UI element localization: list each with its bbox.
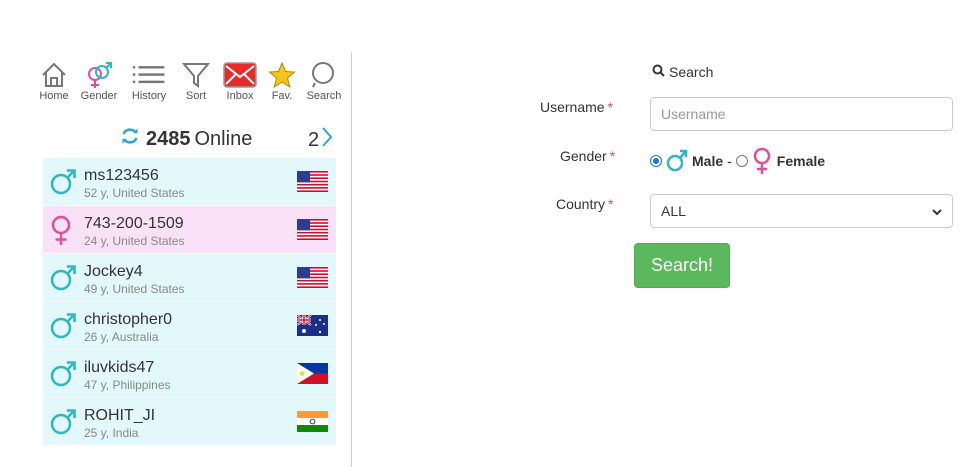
female-radio[interactable] xyxy=(735,155,748,167)
required-mark: * xyxy=(607,99,614,115)
male-radio[interactable] xyxy=(650,155,662,167)
toolbar-gender-label: Gender xyxy=(80,90,118,102)
toolbar: Home Gender History Sort Inbox Fav. Sear… xyxy=(34,60,346,102)
user-row[interactable]: christopher0 26 y, Australia xyxy=(43,302,336,350)
toolbar-history[interactable]: History xyxy=(124,60,174,102)
user-row[interactable]: ROHIT_JI 25 y, India xyxy=(43,398,336,446)
male-symbol-icon xyxy=(49,167,77,197)
user-name[interactable]: christopher0 xyxy=(84,311,172,329)
toolbar-fav-label: Fav. xyxy=(271,90,293,102)
country-select[interactable]: ALL xyxy=(650,194,953,228)
user-row[interactable]: iluvkids47 47 y, Philippines xyxy=(43,350,336,398)
home-icon xyxy=(37,60,71,90)
page-number: 2 xyxy=(308,128,320,151)
male-symbol-icon xyxy=(49,311,77,341)
required-mark: * xyxy=(608,196,614,212)
gender-label-text: Gender xyxy=(560,148,607,164)
us-flag-icon xyxy=(297,219,328,240)
user-meta: 47 y, Philippines xyxy=(84,378,171,392)
user-row[interactable]: ms123456 52 y, United States xyxy=(43,158,336,206)
toolbar-search[interactable]: Search xyxy=(302,60,346,102)
male-symbol-icon xyxy=(49,407,77,437)
chevron-right-icon xyxy=(321,126,333,154)
envelope-icon xyxy=(223,60,257,90)
male-symbol-icon xyxy=(49,263,77,293)
list-icon xyxy=(132,60,166,90)
toolbar-history-label: History xyxy=(131,90,167,102)
user-name[interactable]: ms123456 xyxy=(84,167,159,185)
search-icon xyxy=(307,60,341,90)
user-list: ms123456 52 y, United States 743-200-1509 2… xyxy=(43,158,336,446)
username-label: Username * xyxy=(540,99,613,115)
gender-icon xyxy=(82,60,116,90)
male-option-label: Male xyxy=(692,153,724,169)
us-flag-icon xyxy=(297,267,328,288)
user-meta: 26 y, Australia xyxy=(84,330,159,344)
male-symbol-icon xyxy=(49,359,77,389)
user-row[interactable]: 743-200-1509 24 y, United States xyxy=(43,206,336,254)
toolbar-gender[interactable]: Gender xyxy=(74,60,124,102)
user-meta: 49 y, United States xyxy=(84,282,185,296)
required-mark: * xyxy=(609,148,616,164)
panel-divider xyxy=(351,52,352,467)
user-row[interactable]: Jockey4 49 y, United States xyxy=(43,254,336,302)
online-label: Online xyxy=(194,127,253,150)
user-name[interactable]: iluvkids47 xyxy=(84,359,154,377)
chevron-down-icon xyxy=(932,203,942,219)
in-flag-icon xyxy=(297,411,328,432)
search-magnifier-icon xyxy=(652,64,665,80)
female-symbol-icon xyxy=(49,215,77,245)
toolbar-sort[interactable]: Sort xyxy=(174,60,218,102)
online-count: 2485 xyxy=(146,127,191,150)
country-label-text: Country xyxy=(556,196,606,212)
gender-label: Gender * xyxy=(560,148,615,164)
user-meta: 52 y, United States xyxy=(84,186,185,200)
country-select-value: ALL xyxy=(661,203,686,219)
toolbar-inbox-label: Inbox xyxy=(226,90,254,102)
ph-flag-icon xyxy=(297,363,328,384)
search-heading: Search xyxy=(652,64,713,80)
toolbar-home[interactable]: Home xyxy=(34,60,74,102)
user-name[interactable]: Jockey4 xyxy=(84,263,143,281)
search-submit-button[interactable]: Search! xyxy=(634,243,730,288)
refresh-icon[interactable] xyxy=(120,126,140,152)
country-label: Country * xyxy=(556,196,613,212)
toolbar-inbox[interactable]: Inbox xyxy=(218,60,262,102)
username-label-text: Username xyxy=(540,99,605,115)
toolbar-search-label: Search xyxy=(306,90,342,102)
au-flag-icon xyxy=(297,315,328,336)
female-symbol-icon xyxy=(751,147,773,175)
gender-separator: - xyxy=(727,153,732,169)
next-page-button[interactable]: 2 xyxy=(308,126,333,154)
male-symbol-icon xyxy=(666,148,688,174)
toolbar-sort-label: Sort xyxy=(185,90,207,102)
user-meta: 24 y, United States xyxy=(84,234,185,248)
star-icon xyxy=(265,60,299,90)
user-meta: 25 y, India xyxy=(84,426,139,440)
online-counter: 2485 Online xyxy=(120,126,252,152)
us-flag-icon xyxy=(297,171,328,192)
toolbar-home-label: Home xyxy=(39,90,69,102)
username-input[interactable] xyxy=(650,97,953,131)
filter-icon xyxy=(179,60,213,90)
female-option-label: Female xyxy=(776,153,826,169)
user-name[interactable]: 743-200-1509 xyxy=(84,215,184,233)
user-name[interactable]: ROHIT_JI xyxy=(84,407,155,425)
gender-options: Male - Female xyxy=(650,147,825,175)
toolbar-fav[interactable]: Fav. xyxy=(262,60,302,102)
search-heading-text: Search xyxy=(669,64,714,80)
